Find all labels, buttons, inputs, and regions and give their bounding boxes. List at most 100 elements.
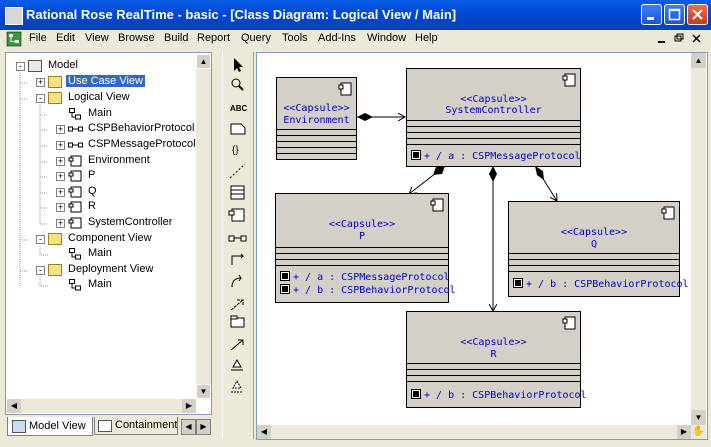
expand-icon[interactable]: +: [56, 219, 65, 228]
expand-icon[interactable]: +: [56, 203, 65, 212]
scroll-left-icon[interactable]: ◀: [7, 399, 21, 413]
port-b[interactable]: + / b : CSPBehaviorProtocol: [280, 284, 456, 296]
capsule-icon: [562, 316, 576, 330]
capsule-p[interactable]: <<Capsule>> P + / a : CSPMessageProtocol…: [275, 193, 456, 303]
capsule-tool[interactable]: [227, 202, 249, 220]
maximize-button[interactable]: [664, 4, 685, 25]
collapse-icon[interactable]: -: [36, 235, 45, 244]
capsule-systemcontroller[interactable]: <<Capsule>> SystemController + / a : CSP…: [406, 68, 581, 167]
capsule-icon: [68, 155, 82, 167]
model-view-icon: [12, 420, 26, 433]
protocol-tool[interactable]: [227, 224, 249, 242]
aggregation-tool[interactable]: [227, 330, 249, 348]
expand-icon[interactable]: +: [56, 125, 65, 134]
menu-edit[interactable]: Edit: [56, 32, 75, 44]
tab-scroll-right-icon[interactable]: ▶: [196, 419, 211, 435]
minimize-icon: [647, 17, 654, 20]
class-diagram-canvas[interactable]: <<Capsule>> Environment <<Capsule>> Syst…: [256, 52, 708, 440]
expand-icon[interactable]: +: [56, 141, 65, 150]
model-browser[interactable]: - Model + Use Case View - Logical View Main + CS…: [5, 52, 212, 415]
scroll-down-icon[interactable]: ▼: [691, 410, 706, 425]
zoom-tool[interactable]: [227, 74, 249, 92]
dependency-tool[interactable]: [227, 266, 249, 284]
app-icon[interactable]: [5, 7, 23, 25]
selector-tool[interactable]: [227, 56, 249, 74]
protocol-icon: [68, 139, 83, 151]
menu-window[interactable]: Window: [367, 32, 406, 44]
menu-build[interactable]: Build: [164, 32, 188, 44]
capsule-stereotype: <<Capsule>>: [283, 103, 350, 114]
menu-help[interactable]: Help: [415, 32, 438, 44]
window-title: Rational Rose RealTime - basic - [Class …: [26, 7, 457, 22]
port-a[interactable]: + / a : CSPMessageProtocol: [411, 150, 581, 162]
expand-icon[interactable]: +: [36, 78, 45, 87]
collapse-icon[interactable]: -: [36, 94, 45, 103]
port-b[interactable]: + / b : CSPBehaviorProtocol: [513, 278, 689, 290]
class-tool[interactable]: [227, 180, 249, 198]
collapse-icon[interactable]: -: [36, 266, 45, 275]
port-icon: [411, 150, 421, 160]
scroll-left-icon[interactable]: ◀: [257, 425, 271, 439]
capsule-q[interactable]: <<Capsule>> Q + / b : CSPBehaviorProtoco…: [508, 201, 689, 297]
capsule-icon: [338, 82, 352, 96]
tab-containment-view[interactable]: Containment V: [94, 417, 178, 435]
scroll-right-icon[interactable]: ▶: [677, 425, 691, 439]
port-b[interactable]: + / b : CSPBehaviorProtocol: [411, 389, 587, 401]
menu-view[interactable]: View: [85, 32, 109, 44]
minimize-button[interactable]: [641, 4, 662, 25]
menu-query[interactable]: Query: [241, 32, 271, 44]
menu-browse[interactable]: Browse: [118, 32, 155, 44]
containment-view-icon: [98, 420, 112, 432]
aggregation-sys-r: [489, 166, 497, 311]
tree-node-label: CSPBehaviorProtocol: [88, 122, 195, 134]
realize-tool[interactable]: [227, 352, 249, 370]
scroll-up-icon[interactable]: ▲: [196, 54, 211, 69]
generalization-tool[interactable]: [227, 290, 249, 308]
document-icon[interactable]: [6, 31, 22, 47]
tree-node-label: Environment: [88, 154, 150, 166]
capsule-icon: [430, 198, 444, 212]
collapse-icon[interactable]: -: [16, 62, 25, 71]
tab-model-view[interactable]: Model View: [7, 417, 93, 436]
text-tool[interactable]: ABC: [227, 96, 249, 114]
diagram-horizontal-scrollbar[interactable]: ◀ ▶: [257, 425, 691, 439]
tree-node-label: Main: [88, 247, 112, 259]
menu-add-ins[interactable]: Add-Ins: [318, 32, 356, 44]
close-button[interactable]: [687, 4, 708, 25]
menu-bar: File Edit View Browse Build Report Query…: [0, 30, 711, 48]
scroll-right-icon[interactable]: ▶: [182, 399, 196, 413]
capsule-name: R: [490, 349, 497, 360]
tree-node-label: Component View: [68, 232, 152, 244]
aggregation-sys-p: [409, 165, 446, 194]
diagram-vertical-scrollbar[interactable]: ▲ ▼: [691, 53, 706, 425]
capsule-environment[interactable]: <<Capsule>> Environment: [276, 77, 357, 160]
menu-tools[interactable]: Tools: [282, 32, 308, 44]
association-tool[interactable]: [227, 246, 249, 264]
container-tool[interactable]: [227, 310, 249, 328]
hand-icon[interactable]: ✋: [691, 425, 706, 439]
menu-file[interactable]: File: [29, 32, 47, 44]
dashed-line-tool[interactable]: [227, 158, 249, 176]
diagram-toolbox: ABC {} ABC: [222, 52, 254, 439]
package-tool[interactable]: [227, 138, 249, 156]
browser-vertical-scrollbar[interactable]: ▲ ▼: [196, 54, 211, 399]
tree-node-label: Q: [88, 185, 97, 197]
expand-icon[interactable]: +: [56, 172, 65, 181]
port-a[interactable]: + / a : CSPMessageProtocol: [280, 271, 450, 283]
mdi-buttons[interactable]: [656, 32, 706, 46]
expand-icon[interactable]: +: [56, 157, 65, 166]
scroll-down-icon[interactable]: ▼: [196, 384, 211, 399]
port-icon: [280, 271, 290, 281]
tree-node-label: Main: [88, 278, 112, 290]
anchor-tool[interactable]: [227, 374, 249, 392]
class-diagram-icon: [68, 108, 82, 120]
capsule-icon: [68, 217, 82, 229]
title-bar: Rational Rose RealTime - basic - [Class …: [0, 0, 711, 30]
menu-report[interactable]: Report: [197, 32, 230, 44]
capsule-r[interactable]: <<Capsule>> R + / b : CSPBehaviorProtoco…: [406, 311, 587, 408]
tab-scroll-left-icon[interactable]: ◀: [181, 419, 196, 435]
browser-horizontal-scrollbar[interactable]: ◀ ▶: [7, 399, 196, 413]
note-tool[interactable]: [227, 116, 249, 134]
expand-icon[interactable]: +: [56, 188, 65, 197]
scroll-up-icon[interactable]: ▲: [691, 53, 706, 68]
